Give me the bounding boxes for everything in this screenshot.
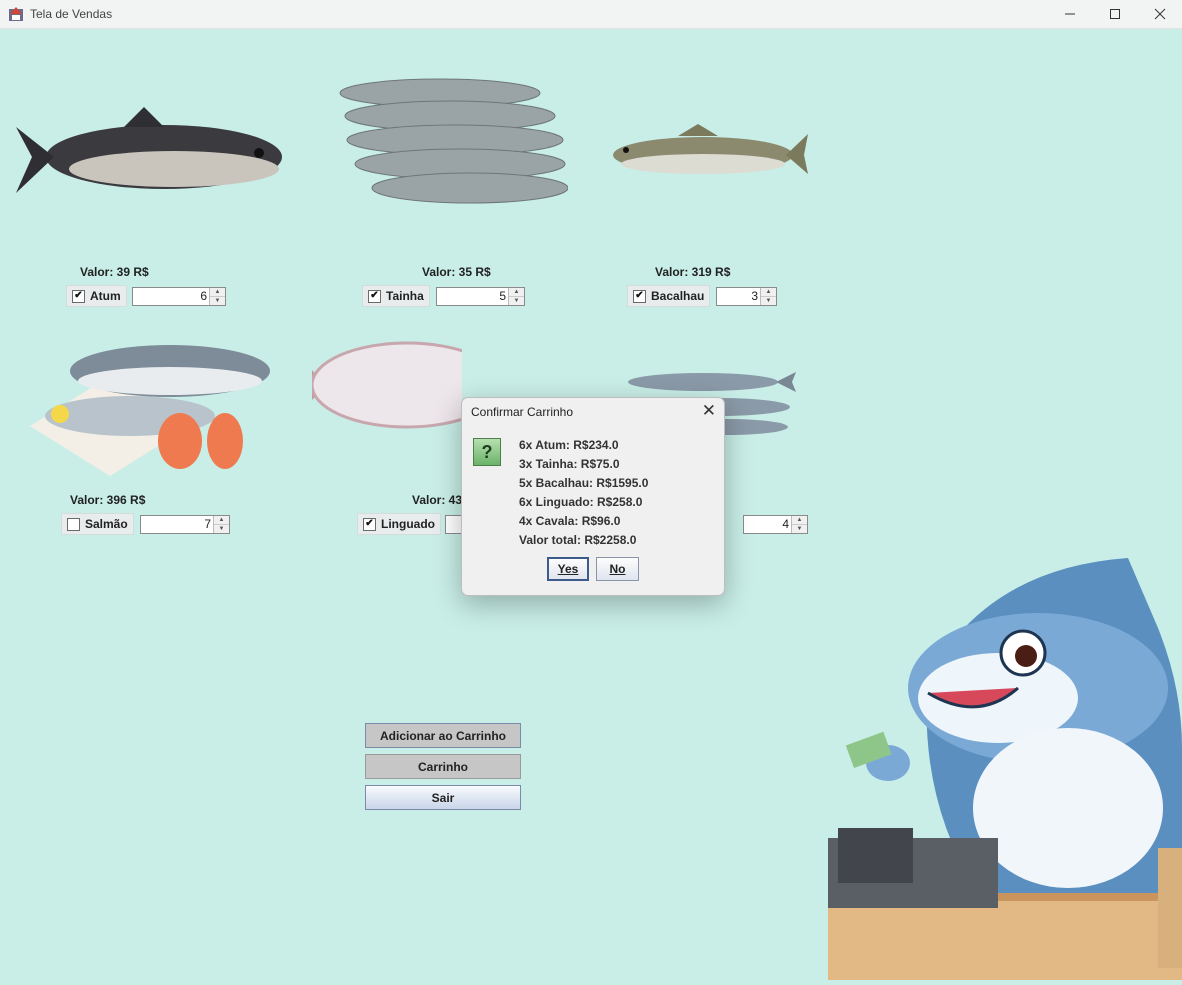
minimize-icon[interactable] (1047, 0, 1093, 28)
chevron-up-icon[interactable]: ▲ (792, 516, 807, 524)
price-label-linguado: Valor: 43 (412, 493, 463, 507)
mullet-image (339, 78, 568, 204)
cart-line-cavala: 4x Cavala: R$96.0 (519, 514, 621, 528)
cart-button[interactable]: Carrinho (365, 754, 521, 779)
chevron-down-icon[interactable]: ▼ (214, 524, 229, 533)
qty-spinner-cavala[interactable]: 4 ▲ ▼ (743, 515, 808, 534)
no-button[interactable]: No (596, 557, 639, 581)
chevron-up-icon[interactable]: ▲ (210, 288, 225, 296)
checkmark-icon: ✔ (368, 289, 381, 303)
maximize-icon[interactable] (1092, 0, 1138, 28)
exit-button[interactable]: Sair (365, 785, 521, 810)
qty-spinner-tainha[interactable]: 5 ▲ ▼ (436, 287, 525, 306)
price-label-bacalhau: Valor: 319 R$ (655, 265, 731, 279)
checkmark-icon: ✔ (363, 517, 376, 531)
confirm-cart-dialog: Confirmar Carrinho ✕ ? 6x Atum: R$234.0 … (461, 397, 725, 596)
chevron-down-icon[interactable]: ▼ (761, 296, 776, 305)
checkbox-atum[interactable]: ✔ Atum (66, 285, 127, 307)
add-to-cart-button[interactable]: Adicionar ao Carrinho (365, 723, 521, 748)
qty-spinner-salmao[interactable]: 7 ▲ ▼ (140, 515, 230, 534)
checkbox-linguado[interactable]: ✔ Linguado (357, 513, 441, 535)
spinner-arrows[interactable]: ▲ ▼ (791, 516, 807, 533)
cart-line-bacalhau: 5x Bacalhau: R$1595.0 (519, 476, 649, 490)
chevron-down-icon[interactable]: ▼ (210, 296, 225, 305)
price-label-tainha: Valor: 35 R$ (422, 265, 491, 279)
cart-line-atum: 6x Atum: R$234.0 (519, 438, 619, 452)
qty-value (446, 516, 449, 533)
qty-spinner-bacalhau[interactable]: 3 ▲ ▼ (716, 287, 777, 306)
window-titlebar: Tela de Vendas (0, 0, 1182, 29)
spinner-arrows[interactable]: ▲ ▼ (213, 516, 229, 533)
checkbox-label: Salmão (85, 517, 128, 531)
chevron-down-icon[interactable]: ▼ (509, 296, 524, 305)
cod-image (613, 124, 808, 174)
unchecked-box-icon (67, 517, 80, 531)
checkbox-label: Linguado (381, 517, 435, 531)
spinner-arrows[interactable]: ▲ ▼ (209, 288, 225, 305)
cart-total: Valor total: R$2258.0 (519, 533, 637, 547)
flounder-image (312, 341, 462, 429)
qty-value: 5 (499, 289, 506, 303)
checkmark-icon: ✔ (72, 289, 85, 303)
fish-cashier-mascot-image (828, 558, 1182, 980)
cart-line-tainha: 3x Tainha: R$75.0 (519, 457, 620, 471)
checkbox-salmao[interactable]: Salmão (61, 513, 134, 535)
tuna-image (16, 107, 282, 193)
price-label-atum: Valor: 39 R$ (80, 265, 149, 279)
dialog-title: Confirmar Carrinho (471, 405, 574, 419)
window-title: Tela de Vendas (30, 7, 113, 21)
checkbox-tainha[interactable]: ✔ Tainha (362, 285, 430, 307)
qty-value: 3 (751, 289, 758, 303)
checkbox-bacalhau[interactable]: ✔ Bacalhau (627, 285, 711, 307)
yes-button[interactable]: Yes (547, 557, 589, 581)
close-icon[interactable]: ✕ (702, 401, 716, 421)
chevron-up-icon[interactable]: ▲ (214, 516, 229, 524)
spinner-arrows[interactable]: ▲ ▼ (508, 288, 524, 305)
chevron-up-icon[interactable]: ▲ (761, 288, 776, 296)
qty-value: 6 (200, 289, 207, 303)
close-icon[interactable] (1137, 0, 1182, 28)
checkmark-icon: ✔ (633, 289, 646, 303)
question-icon: ? (473, 438, 501, 466)
cart-line-linguado: 6x Linguado: R$258.0 (519, 495, 643, 509)
chevron-down-icon[interactable]: ▼ (792, 524, 807, 533)
checkbox-label: Tainha (386, 289, 424, 303)
price-label-salmao: Valor: 396 R$ (70, 493, 146, 507)
qty-value: 4 (782, 517, 789, 531)
salmon-image (30, 345, 270, 476)
qty-spinner-atum[interactable]: 6 ▲ ▼ (132, 287, 226, 306)
chevron-up-icon[interactable]: ▲ (509, 288, 524, 296)
spinner-arrows[interactable]: ▲ ▼ (760, 288, 776, 305)
java-app-icon (9, 7, 23, 21)
checkbox-label: Atum (90, 289, 121, 303)
checkbox-label: Bacalhau (651, 289, 705, 303)
qty-value: 7 (204, 517, 211, 531)
